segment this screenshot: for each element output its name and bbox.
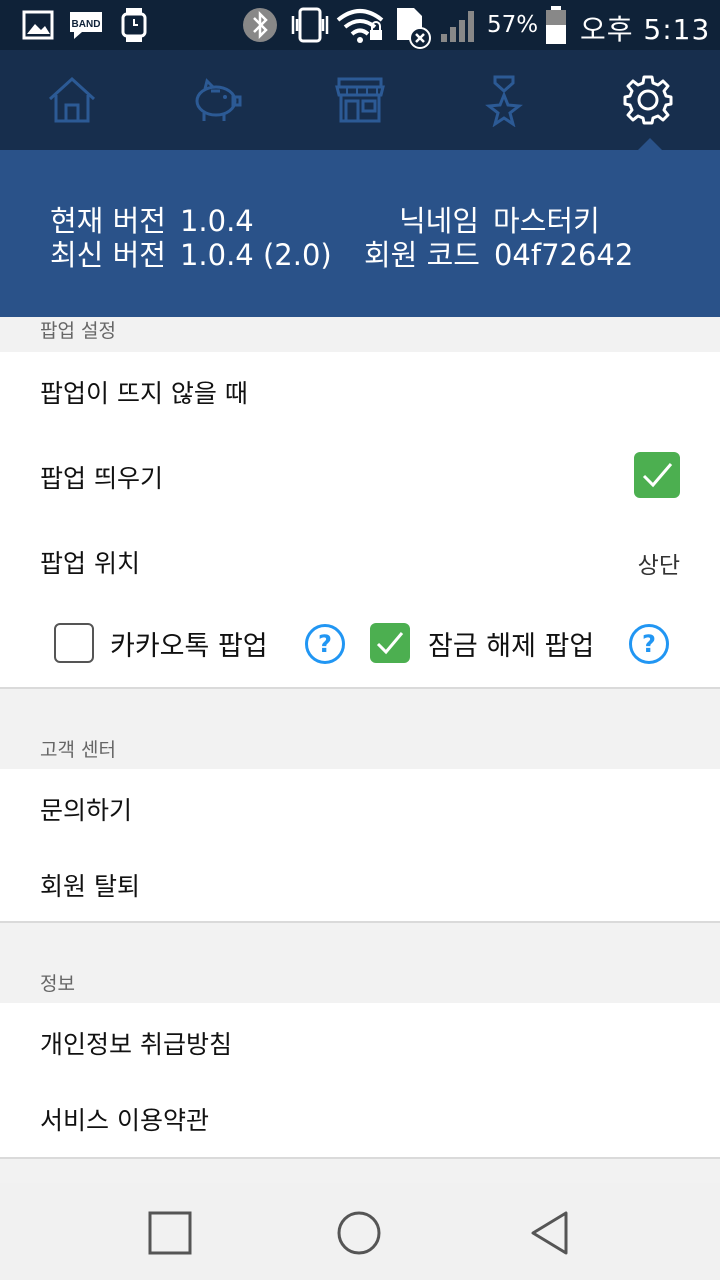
popup-position-label[interactable]: 팝업 위치 xyxy=(40,544,140,580)
piggy-bank-icon xyxy=(195,78,242,121)
member-code-row: 회원 코드 04f72642 xyxy=(364,232,633,274)
terms-of-service-item[interactable]: 서비스 이용약관 xyxy=(40,1101,209,1137)
popup-position-value[interactable]: 상단 xyxy=(638,546,680,580)
popup-settings-card: 팝업이 뜨지 않을 때 팝업 띄우기 팝업 위치 상단 카카오톡 팝업 ? 잠금… xyxy=(0,352,720,687)
sim-missing-icon xyxy=(394,6,434,54)
band-icon: BAND xyxy=(66,8,106,46)
bluetooth-icon xyxy=(242,6,278,48)
privacy-policy-item[interactable]: 개인정보 취급방침 xyxy=(40,1025,232,1061)
app-info-panel: 현재 버전 1.0.4 최신 버전 1.0.4 (2.0) 닉네임 마스터키 회원 코… xyxy=(0,150,720,317)
unlock-help-icon[interactable]: ? xyxy=(629,624,669,664)
check-icon xyxy=(642,463,673,488)
home-button[interactable] xyxy=(329,1203,389,1263)
active-tab-indicator xyxy=(638,138,662,150)
battery-icon xyxy=(544,5,568,49)
kakao-popup-label[interactable]: 카카오톡 팝업 xyxy=(110,624,268,663)
square-icon xyxy=(148,1211,192,1255)
latest-version-value: 1.0.4 (2.0) xyxy=(179,238,332,272)
recents-button[interactable] xyxy=(140,1203,200,1263)
tab-bar xyxy=(0,50,720,150)
show-popup-label[interactable]: 팝업 띄우기 xyxy=(40,459,163,495)
vibrate-icon xyxy=(288,6,332,48)
status-bar: BAND 57% 오후 5:13 xyxy=(0,0,720,50)
watch-icon xyxy=(120,6,148,48)
tab-store[interactable] xyxy=(288,50,432,150)
tab-settings[interactable] xyxy=(576,50,720,150)
withdraw-item[interactable]: 회원 탈퇴 xyxy=(40,867,140,903)
navigation-bar xyxy=(0,1183,720,1280)
back-button[interactable] xyxy=(520,1203,580,1263)
check-icon xyxy=(376,632,404,655)
back-triangle-icon xyxy=(531,1211,568,1255)
gear-icon xyxy=(623,75,673,125)
support-card: 문의하기 회원 탈퇴 xyxy=(0,769,720,921)
kakao-help-icon[interactable]: ? xyxy=(305,624,345,664)
support-section-header: 고객 센터 xyxy=(0,689,720,769)
unlock-popup-checkbox[interactable] xyxy=(370,623,410,663)
gallery-icon xyxy=(22,10,54,44)
unlock-popup-label[interactable]: 잠금 해제 팝업 xyxy=(428,624,594,663)
kakao-popup-checkbox[interactable] xyxy=(54,623,94,663)
member-code-label: 회원 코드 xyxy=(364,238,480,272)
info-card: 개인정보 취급방침 서비스 이용약관 xyxy=(0,1003,720,1157)
info-section-header: 정보 xyxy=(0,923,720,1003)
signal-icon xyxy=(440,8,480,48)
medal-icon xyxy=(485,75,523,127)
battery-percent: 57% xyxy=(487,12,539,38)
tab-home[interactable] xyxy=(0,50,144,150)
show-popup-checkbox[interactable] xyxy=(634,452,680,498)
latest-version-label: 최신 버전 xyxy=(50,238,166,272)
tab-rewards[interactable] xyxy=(432,50,576,150)
inquiry-item[interactable]: 문의하기 xyxy=(40,791,132,827)
store-icon xyxy=(335,77,385,123)
latest-version-row: 최신 버전 1.0.4 (2.0) xyxy=(50,232,332,274)
divider xyxy=(0,1157,720,1159)
clock: 오후 5:13 xyxy=(580,13,711,46)
home-icon xyxy=(48,76,96,123)
popup-not-shown-item[interactable]: 팝업이 뜨지 않을 때 xyxy=(40,374,248,410)
wifi-icon xyxy=(336,8,386,48)
tab-savings[interactable] xyxy=(144,50,288,150)
member-code-value: 04f72642 xyxy=(493,238,634,272)
popup-section-header: 팝업 설정 xyxy=(0,317,720,352)
circle-icon xyxy=(337,1211,381,1255)
band-icon-label: BAND xyxy=(72,19,101,30)
